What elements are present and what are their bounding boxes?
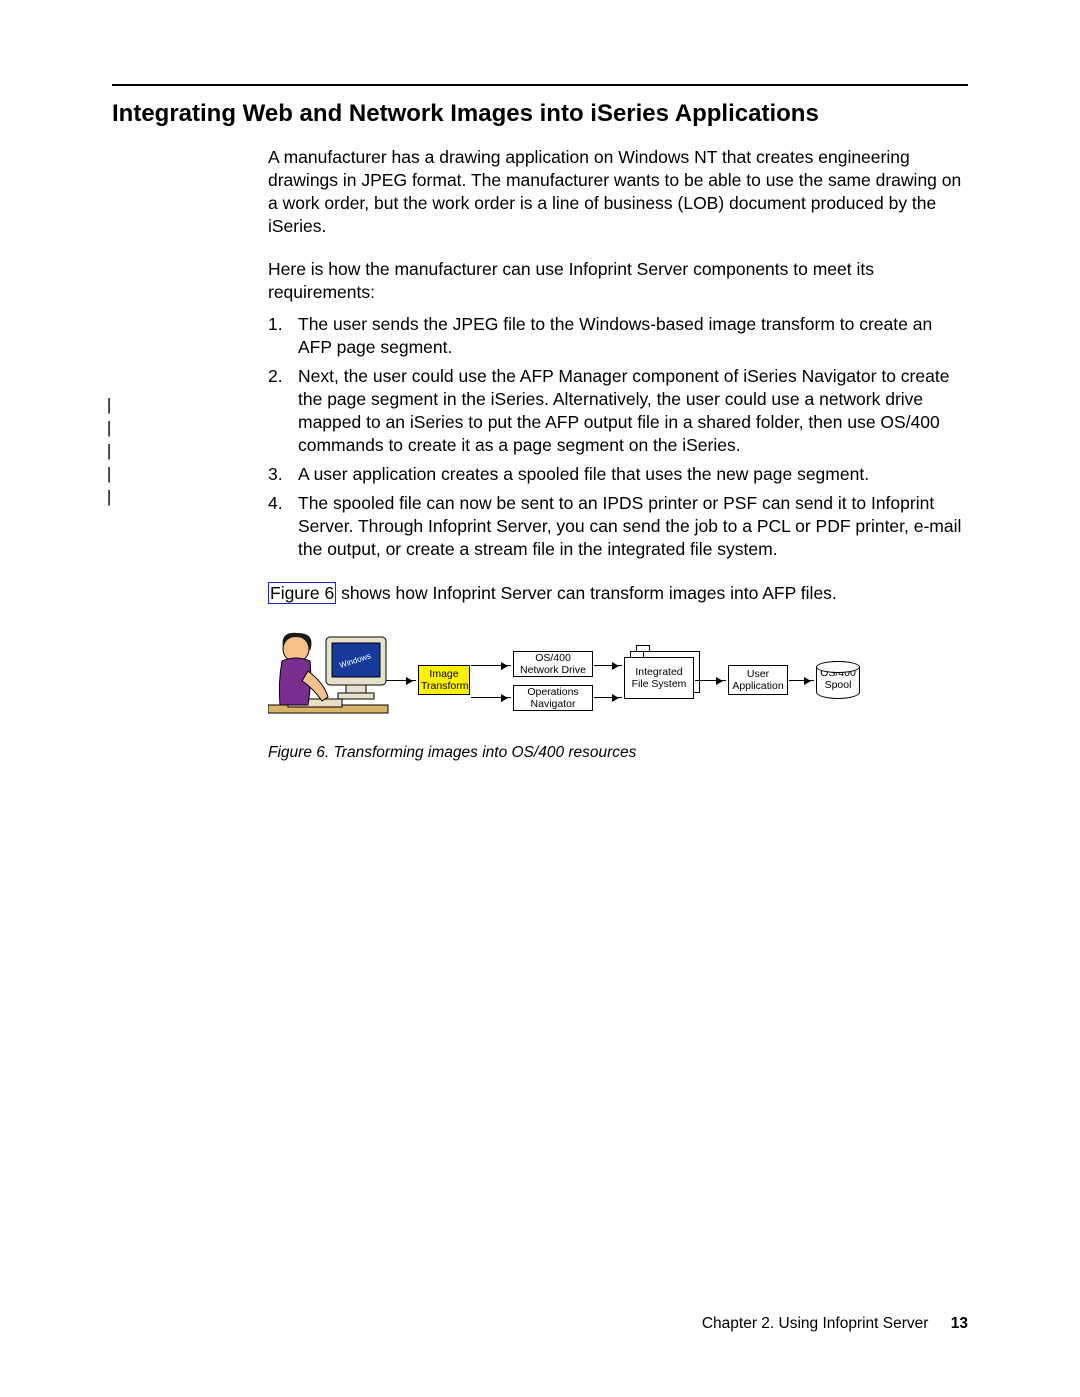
- figure-6: Windows Image Transform OS/400: [268, 625, 968, 763]
- arrow-icon: [594, 665, 622, 666]
- arrow-icon: [471, 697, 511, 698]
- diagram: Windows Image Transform OS/400: [268, 625, 858, 735]
- image-transform-box: Image Transform: [418, 665, 470, 695]
- arrow-icon: [386, 680, 416, 681]
- box-label: OS/400: [817, 668, 859, 680]
- revision-bar: |: [104, 441, 114, 464]
- section-heading: Integrating Web and Network Images into …: [112, 100, 968, 128]
- box-label: OS/400: [516, 652, 590, 664]
- revision-bar: |: [104, 395, 114, 418]
- box-label: Image: [421, 668, 467, 680]
- user-application-box: User Application: [728, 665, 788, 695]
- arrow-icon: [695, 680, 726, 681]
- box-label: Spool: [817, 680, 859, 692]
- page-number: 13: [951, 1315, 968, 1332]
- page: Integrating Web and Network Images into …: [0, 0, 1080, 1397]
- step-item: A user application creates a spooled fil…: [268, 463, 968, 486]
- arrow-icon: [594, 697, 622, 698]
- figure-link[interactable]: Figure 6: [268, 582, 336, 604]
- intro-paragraph: A manufacturer has a drawing application…: [268, 146, 968, 238]
- box-label: Application: [731, 680, 785, 692]
- figure-reference-paragraph: Figure 6 shows how Infoprint Server can …: [268, 582, 968, 605]
- box-label: Integrated: [627, 666, 691, 678]
- revision-bar: |: [104, 487, 114, 510]
- figure-caption: Figure 6. Transforming images into OS/40…: [268, 743, 968, 763]
- box-label: Network Drive: [516, 664, 590, 676]
- step-item: The user sends the JPEG file to the Wind…: [268, 313, 968, 359]
- box-label: File System: [627, 678, 691, 690]
- step-item: Next, the user could use the AFP Manager…: [268, 365, 968, 457]
- revision-bar: |: [104, 464, 114, 487]
- revision-bar: |: [104, 418, 114, 441]
- top-rule: [112, 84, 968, 86]
- spool-cylinder: OS/400 Spool: [816, 661, 860, 699]
- box-label: Navigator: [516, 698, 590, 710]
- network-drive-box: OS/400 Network Drive: [513, 651, 593, 677]
- steps-list: The user sends the JPEG file to the Wind…: [268, 313, 968, 562]
- arrow-icon: [471, 665, 511, 666]
- figure-ref-text: shows how Infoprint Server can transform…: [336, 583, 837, 603]
- integrated-file-system-box: Integrated File System: [624, 657, 694, 699]
- step-item: The spooled file can now be sent to an I…: [268, 492, 968, 561]
- footer-chapter: Chapter 2. Using Infoprint Server: [702, 1315, 929, 1332]
- page-footer: Chapter 2. Using Infoprint Server 13: [702, 1315, 968, 1333]
- operations-navigator-box: Operations Navigator: [513, 685, 593, 711]
- user-at-computer-icon: Windows: [268, 627, 398, 727]
- box-label: Transform: [421, 680, 467, 692]
- arrow-icon: [789, 680, 814, 681]
- lead-in-paragraph: Here is how the manufacturer can use Inf…: [268, 258, 968, 304]
- body-column: A manufacturer has a drawing application…: [268, 146, 968, 763]
- box-label: User: [731, 668, 785, 680]
- box-label: Operations: [516, 686, 590, 698]
